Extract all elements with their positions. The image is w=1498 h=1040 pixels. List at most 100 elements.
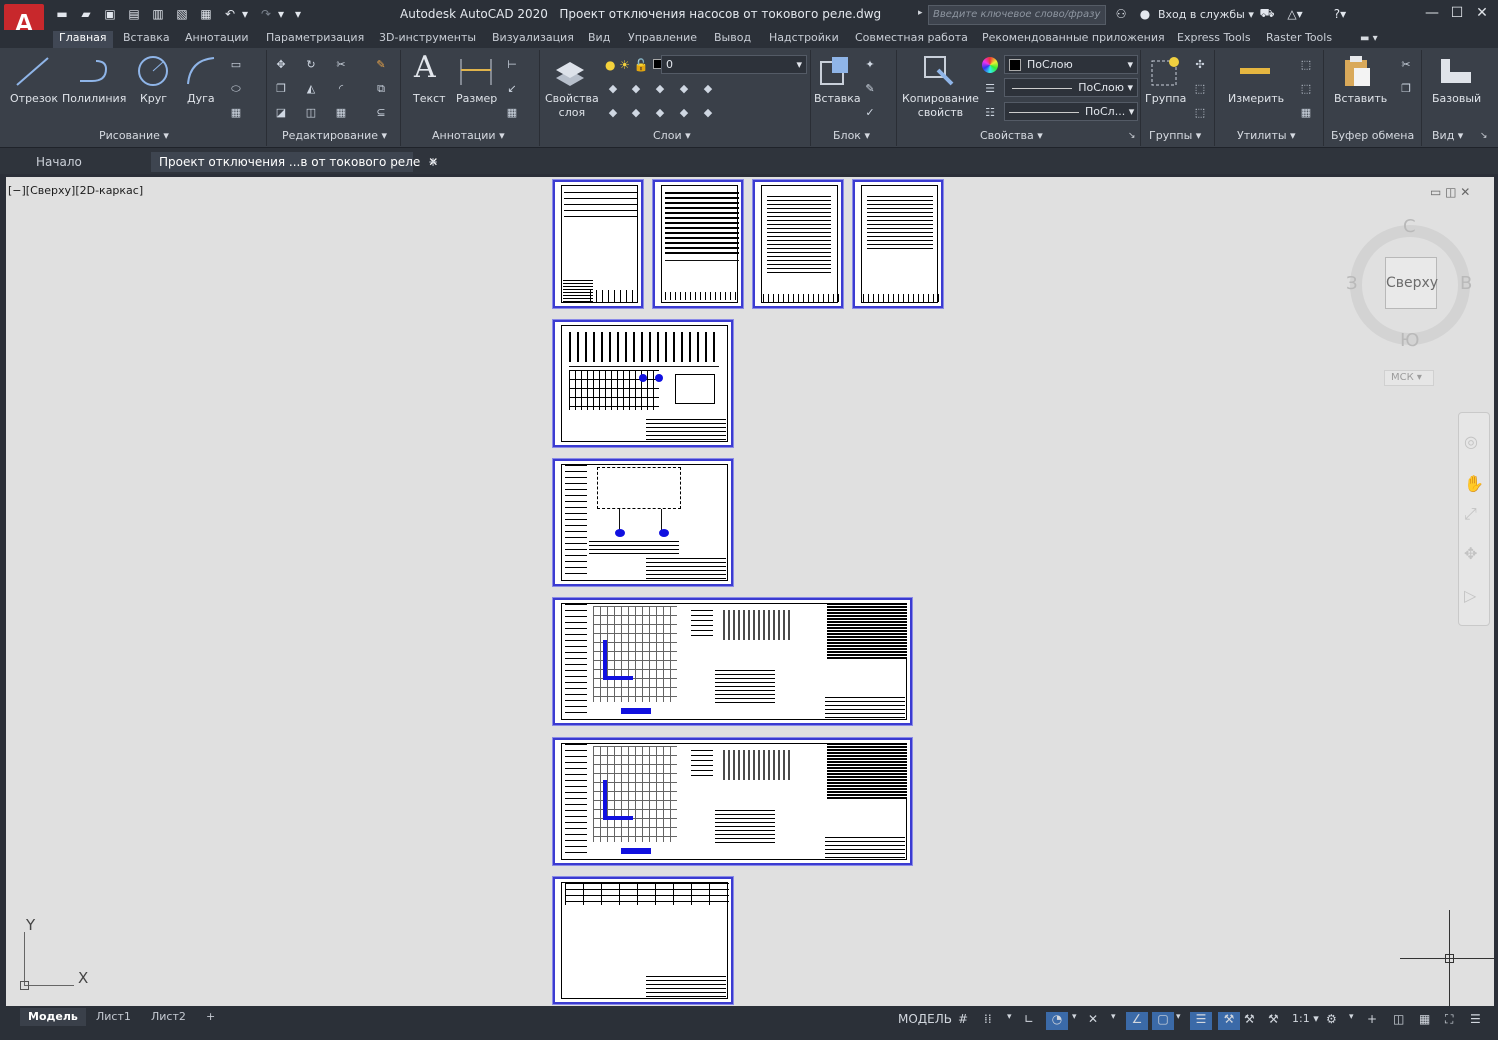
base-view-icon[interactable] [1438,56,1474,86]
workspace-dropdown-icon[interactable]: ▾ [1349,1012,1354,1030]
lineweight-display-icon[interactable]: ☰ [1190,1012,1212,1030]
tab-express-tools[interactable]: Express Tools [1174,31,1254,48]
workspace-gear-icon[interactable]: ⚙ [1326,1012,1337,1030]
copy-clip-icon[interactable]: ❐ [1399,82,1413,96]
doc-tab-start[interactable]: Начало [28,152,90,172]
stretch-icon[interactable]: ◪ [274,106,288,120]
viewcube-west[interactable]: З [1346,273,1358,294]
model-space-toggle[interactable]: МОДЕЛЬ [898,1012,952,1030]
drawing-sheet[interactable] [753,180,843,308]
snap-dropdown-icon[interactable]: ▾ [1007,1012,1012,1030]
layout-tab-model[interactable]: Модель [20,1008,86,1026]
arc-button[interactable]: Дуга [187,92,215,105]
isodraft-dropdown-icon[interactable]: ▾ [1111,1012,1116,1030]
layer-tool-icon[interactable]: ◆ [606,106,620,120]
ellipse-icon[interactable]: ⬭ [229,82,243,96]
panel-clipboard[interactable]: Буфер обмена [1331,129,1414,145]
color-wheel-icon[interactable] [982,57,998,73]
layer-tool-icon[interactable]: ◆ [677,82,691,96]
mirror-icon[interactable]: ◭ [304,82,318,96]
tab-raster-tools[interactable]: Raster Tools [1263,31,1335,48]
isodraft-icon[interactable]: ✕ [1088,1012,1098,1030]
maximize-icon[interactable]: ☐ [1447,5,1467,23]
panel-modify[interactable]: Редактирование ▾ [282,129,387,145]
polar-icon[interactable]: ◔ [1046,1012,1068,1030]
layout-tab-sheet2[interactable]: Лист2 [143,1008,194,1026]
insert-button[interactable]: Вставка [814,92,861,105]
insert-block-icon[interactable] [818,54,852,88]
drawing-sheet[interactable] [853,180,943,308]
tab-annotate[interactable]: Аннотации [182,31,252,48]
viewcube-face[interactable]: Сверху [1385,257,1438,309]
signin-button[interactable]: Вход в службы ▾ [1158,8,1254,21]
drawing-sheet[interactable] [653,180,743,308]
line-icon[interactable] [14,55,52,89]
layer-tool-icon[interactable]: ◆ [701,82,715,96]
tab-3d-tools[interactable]: 3D-инструменты [376,31,479,48]
polar-dropdown-icon[interactable]: ▾ [1072,1012,1077,1030]
clean-screen-icon[interactable]: ⛶ [1445,1012,1453,1030]
ungroup-icon[interactable]: ✣ [1193,58,1207,72]
panel-groups[interactable]: Группы ▾ [1149,129,1201,145]
redo-dropdown-icon[interactable]: ▾ [276,6,286,22]
tab-view[interactable]: Вид [585,31,613,48]
measure-icon[interactable] [1240,68,1270,74]
rectangle-icon[interactable]: ▭ [229,58,243,72]
save-as-icon[interactable]: ▤ [126,6,142,22]
offset-icon[interactable]: ⊆ [374,106,388,120]
annotation-scale-dropdown[interactable]: 1:1 ▾ [1292,1012,1319,1030]
move-icon[interactable]: ✥ [274,58,288,72]
tab-home[interactable]: Главная [53,31,113,48]
osnap-dropdown-icon[interactable]: ▾ [1176,1012,1181,1030]
binoculars-icon[interactable]: ⚇ [1113,6,1129,22]
new-icon[interactable]: ▬ [54,6,70,22]
circle-icon[interactable] [136,54,170,88]
properties-launcher-icon[interactable]: ↘ [1128,131,1136,141]
units-icon[interactable]: ◫ [1393,1012,1404,1030]
customize-qat-icon[interactable]: ▾ [292,6,304,22]
tab-addins[interactable]: Надстройки [766,31,842,48]
group-edit-icon[interactable]: ⬚ [1193,82,1207,96]
match-properties-button[interactable]: Копирование свойств [902,92,979,120]
panel-layers[interactable]: Слои ▾ [653,129,691,145]
publish-icon[interactable]: ▥ [150,6,166,22]
user-icon[interactable]: ● [1137,6,1153,22]
dimension-icon[interactable] [458,56,494,88]
copy-icon[interactable]: ❐ [274,82,288,96]
layer-tool-icon[interactable]: ◆ [701,106,715,120]
quick-select-icon[interactable]: ⬚ [1299,58,1313,72]
layout-tab-sheet1[interactable]: Лист1 [88,1008,139,1026]
polyline-button[interactable]: Полилиния [62,92,126,105]
add-layout-icon[interactable]: + [198,1008,223,1026]
ucs-dropdown[interactable]: МСК ▾ [1384,370,1434,386]
zoom-icon[interactable]: ⤢ [1464,504,1477,524]
base-view-button[interactable]: Базовый [1432,92,1481,105]
rotate-icon[interactable]: ↻ [304,58,318,72]
layer-tool-icon[interactable]: ◆ [606,82,620,96]
drawing-sheet[interactable] [553,320,733,447]
drawing-canvas[interactable] [6,177,1494,1006]
explode-icon[interactable]: ⧉ [374,82,388,96]
pan-icon[interactable]: ✋ [1464,474,1484,493]
layer-tool-icon[interactable]: ◆ [629,106,643,120]
annotation-monitor-icon[interactable]: + [1367,1012,1377,1030]
undo-icon[interactable]: ↶ [222,6,238,22]
search-input[interactable]: Введите ключевое слово/фразу [928,5,1106,25]
panel-properties[interactable]: Свойства ▾ [980,129,1043,145]
search-expand-icon[interactable]: ▸ [918,8,923,18]
save-icon[interactable]: ▣ [102,6,118,22]
layer-tool-icon[interactable]: ◆ [653,82,667,96]
open-icon[interactable]: ▰ [78,6,94,22]
erase-icon[interactable]: ✎ [374,58,388,72]
layer-tool-icon[interactable]: ◆ [653,106,667,120]
paste-icon[interactable] [1342,54,1372,88]
ribbon-minimize-icon[interactable]: ▬ ▾ [1360,33,1378,44]
drawing-sheet[interactable] [553,180,643,308]
drawing-sheet[interactable] [553,738,912,865]
match-properties-icon[interactable] [922,54,956,88]
quick-properties-icon[interactable]: ▦ [1419,1012,1430,1030]
select-all-icon[interactable]: ⬚ [1299,82,1313,96]
viewport-window-controls[interactable]: ▭ ◫ ✕ [1430,185,1470,199]
panel-annotation[interactable]: Аннотации ▾ [432,129,505,145]
drawing-sheet[interactable] [553,877,733,1004]
